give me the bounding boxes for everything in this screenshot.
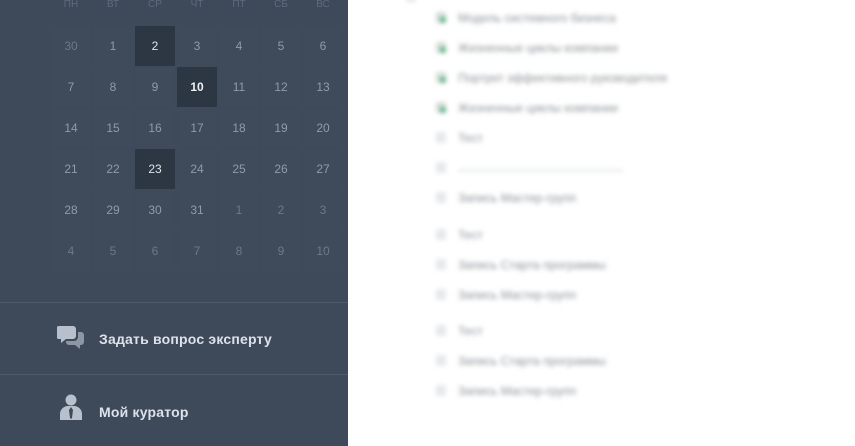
list-item-label: Запись Мастер-групп	[458, 191, 577, 205]
calendar-day[interactable]: 8	[93, 67, 133, 107]
list-item-label: Тест	[458, 131, 483, 145]
checkbox-icon	[436, 355, 446, 366]
list-item-label: Жизненные циклы компании	[458, 41, 618, 55]
checkbox-icon	[436, 162, 446, 173]
weekday-mon: ПН	[63, 0, 79, 10]
calendar-day[interactable]: 21	[51, 149, 91, 189]
check-icon	[436, 72, 446, 83]
list-item-label: Тест	[458, 228, 483, 242]
calendar-day[interactable]: 5	[261, 26, 301, 66]
list-item-label: Жизненные циклы компании	[458, 101, 618, 115]
ask-expert-button[interactable]: Задать вопрос эксперту	[0, 303, 348, 373]
course-item-list: Модель системного бизнеса Жизненные цикл…	[348, 0, 855, 446]
weekday-sat: СБ	[274, 0, 288, 10]
calendar-day[interactable]: 4	[51, 231, 91, 271]
calendar-day[interactable]: 29	[93, 190, 133, 230]
weekday-thu: ЧТ	[190, 0, 204, 10]
person-tie-icon	[58, 393, 86, 421]
chat-bubbles-icon	[56, 323, 85, 351]
list-item-placeholder-line	[458, 170, 623, 171]
check-icon	[436, 12, 446, 23]
calendar-day[interactable]: 26	[261, 149, 301, 189]
calendar-day[interactable]: 2	[261, 190, 301, 230]
list-item-marker	[406, 0, 416, 2]
checkbox-icon	[436, 289, 446, 300]
calendar-day[interactable]: 7	[177, 231, 217, 271]
weekday-wed: СР	[148, 0, 162, 10]
calendar-day[interactable]: 30	[51, 26, 91, 66]
calendar-day[interactable]: 24	[177, 149, 217, 189]
calendar-day[interactable]: 28	[51, 190, 91, 230]
calendar-day[interactable]: 11	[219, 67, 259, 107]
calendar-day[interactable]: 17	[177, 108, 217, 148]
calendar-day-event[interactable]: 2	[135, 26, 175, 66]
ask-expert-label: Задать вопрос эксперту	[99, 331, 272, 347]
calendar-day[interactable]: 9	[261, 231, 301, 271]
list-item-label: Тест	[458, 324, 483, 338]
checkbox-icon	[436, 192, 446, 203]
calendar-day[interactable]: 5	[93, 231, 133, 271]
my-curator-button[interactable]: Мой куратор	[0, 375, 348, 445]
calendar-day[interactable]: 1	[93, 26, 133, 66]
calendar-day[interactable]: 27	[303, 149, 343, 189]
calendar-day[interactable]: 3	[177, 26, 217, 66]
calendar-day[interactable]: 19	[261, 108, 301, 148]
checkbox-icon	[436, 325, 446, 336]
calendar-day[interactable]: 13	[303, 67, 343, 107]
list-item-label: Запись Старта программы	[458, 258, 606, 272]
calendar-day[interactable]: 16	[135, 108, 175, 148]
sidebar: ПН ВТ СР ЧТ ПТ СБ ВС 30 1 2 3 4 5 6 7 8 …	[0, 0, 348, 446]
calendar-day[interactable]: 12	[261, 67, 301, 107]
checkbox-icon	[436, 132, 446, 143]
list-item-label: Запись Старта программы	[458, 354, 606, 368]
course-content: Модель системного бизнеса Жизненные цикл…	[348, 0, 855, 446]
checkbox-icon	[436, 229, 446, 240]
check-icon	[436, 42, 446, 53]
calendar-day[interactable]: 15	[93, 108, 133, 148]
calendar-day[interactable]: 6	[135, 231, 175, 271]
calendar-day[interactable]: 9	[135, 67, 175, 107]
calendar-day[interactable]: 30	[135, 190, 175, 230]
calendar-day-today[interactable]: 10	[177, 67, 217, 107]
calendar-day[interactable]: 20	[303, 108, 343, 148]
calendar-day[interactable]: 22	[93, 149, 133, 189]
calendar-day[interactable]: 6	[303, 26, 343, 66]
list-item-label: Портрет эффективного руководителя	[458, 71, 667, 85]
calendar-day[interactable]: 31	[177, 190, 217, 230]
calendar-day[interactable]: 10	[303, 231, 343, 271]
calendar-day[interactable]: 1	[219, 190, 259, 230]
checkbox-icon	[436, 259, 446, 270]
weekday-fri: ПТ	[232, 0, 246, 10]
my-curator-label: Мой куратор	[99, 404, 189, 420]
calendar-day[interactable]: 8	[219, 231, 259, 271]
list-item-label: Модель системного бизнеса	[458, 11, 616, 25]
calendar-day[interactable]: 18	[219, 108, 259, 148]
check-icon	[436, 102, 446, 113]
weekday-tue: ВТ	[106, 0, 120, 10]
calendar-day-event[interactable]: 23	[135, 149, 175, 189]
weekday-sun: ВС	[316, 0, 330, 10]
list-item-label: Запись Мастер-групп	[458, 384, 577, 398]
checkbox-icon	[436, 385, 446, 396]
calendar-day[interactable]: 4	[219, 26, 259, 66]
calendar-day[interactable]: 25	[219, 149, 259, 189]
calendar-day[interactable]: 14	[51, 108, 91, 148]
list-item-label: Запись Мастер-групп	[458, 288, 577, 302]
calendar: ПН ВТ СР ЧТ ПТ СБ ВС 30 1 2 3 4 5 6 7 8 …	[50, 0, 347, 271]
calendar-day[interactable]: 7	[51, 67, 91, 107]
calendar-day[interactable]: 3	[303, 190, 343, 230]
